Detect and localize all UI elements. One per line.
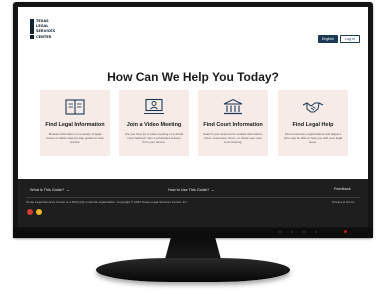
card-title: Find Legal Help xyxy=(292,122,334,128)
social-media-icon[interactable] xyxy=(27,209,33,215)
card-find-legal-help[interactable]: Find Legal Help Find resources, organiza… xyxy=(278,90,348,156)
social-media-icon[interactable] xyxy=(36,209,42,215)
logo-text: TEXAS LEGAL SERVICES CENTER xyxy=(36,19,55,40)
monitor-button xyxy=(291,231,293,233)
help-cards: Find Legal Information Browse informatio… xyxy=(40,90,348,156)
footer-privacy-link[interactable]: Privacy & Terms xyxy=(332,200,354,204)
card-title: Join a Video Meeting xyxy=(126,122,182,128)
card-description: Find resources, organizations and lawyer… xyxy=(283,132,343,145)
logo-bar-3 xyxy=(30,29,34,34)
logo-line: SERVICES xyxy=(36,29,56,34)
footer-link-what[interactable]: What is This Guide? ⌄ xyxy=(30,187,69,192)
card-title: Find Court Information xyxy=(203,122,263,128)
logo-bar-4 xyxy=(30,34,34,40)
card-title: Find Legal Information xyxy=(45,122,105,128)
footer-divider xyxy=(26,197,360,198)
chevron-down-icon: ⌄ xyxy=(66,188,70,192)
chevron-down-icon: ⌄ xyxy=(211,188,215,192)
video-meeting-icon xyxy=(143,98,165,116)
footer-link-label: What is This Guide? xyxy=(30,188,65,192)
site-header: TEXAS LEGAL SERVICES CENTER English Log … xyxy=(18,7,368,51)
site-footer: What is This Guide? ⌄ How to Use This Gui… xyxy=(18,179,368,227)
footer-link-label: How to Use This Guide? xyxy=(168,188,210,192)
page-title: How Can We Help You Today? xyxy=(107,70,279,84)
monitor-stand-base xyxy=(96,258,290,282)
footer-link-how[interactable]: How to Use This Guide? ⌄ xyxy=(168,187,214,192)
monitor-button xyxy=(279,231,281,233)
card-description: Are you here for a video meeting or a vi… xyxy=(124,132,184,145)
monitor-button xyxy=(315,231,317,233)
logo-bar-2 xyxy=(30,24,34,29)
monitor-button xyxy=(303,231,305,233)
monitor-bottom-bezel xyxy=(13,228,373,238)
card-description: Search your local court's contact inform… xyxy=(203,132,263,145)
logo-line: CENTER xyxy=(36,34,52,39)
handshake-icon xyxy=(302,98,324,116)
login-button[interactable]: Log in xyxy=(340,35,360,43)
power-indicator-light xyxy=(344,230,347,233)
logo-bar-1 xyxy=(30,19,34,24)
card-join-video-meeting[interactable]: Join a Video Meeting Are you here for a … xyxy=(119,90,189,156)
browser-viewport: TEXAS LEGAL SERVICES CENTER English Log … xyxy=(18,7,368,227)
courthouse-icon xyxy=(222,98,244,116)
language-button[interactable]: English xyxy=(318,35,338,43)
monitor: TEXAS LEGAL SERVICES CENTER English Log … xyxy=(13,2,373,238)
site-logo[interactable]: TEXAS LEGAL SERVICES CENTER xyxy=(30,19,55,40)
card-description: Browse information on a variety of legal… xyxy=(46,132,104,145)
card-find-legal-information[interactable]: Find Legal Information Browse informatio… xyxy=(40,90,110,156)
book-icon xyxy=(64,98,86,116)
footer-link-feedback[interactable]: Feedback xyxy=(334,187,351,191)
card-find-court-information[interactable]: Find Court Information Search your local… xyxy=(198,90,268,156)
footer-copyright: Texas Legal Services Center is a 501(c)(… xyxy=(26,200,188,204)
